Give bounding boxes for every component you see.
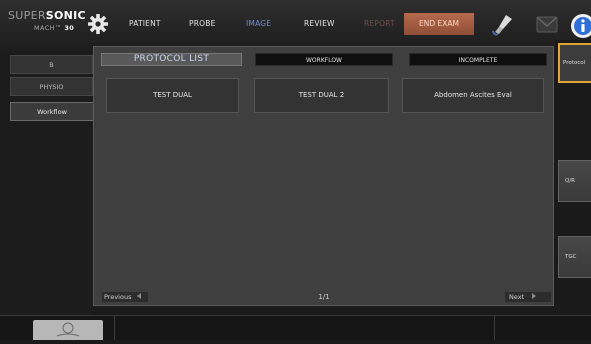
workflow-header[interactable]: WORKFLOW: [255, 53, 393, 66]
nav-report: REPORT: [364, 19, 395, 28]
info-icon[interactable]: [569, 12, 591, 40]
next-page-label: Next: [509, 293, 525, 301]
page-indicator: 1/1: [318, 293, 330, 301]
protocol-item[interactable]: TEST DUAL 2: [254, 78, 389, 113]
brand-model: MACH™ 30: [34, 24, 74, 32]
protocol-item[interactable]: TEST DUAL: [106, 78, 239, 113]
nav-image[interactable]: IMAGE: [246, 19, 271, 28]
left-tab-column: B PHYSIO Workflow: [0, 50, 93, 315]
bottom-divider: [494, 316, 495, 340]
brand-model-bold: 30: [64, 24, 75, 32]
brand-model-suffix: ™: [54, 24, 62, 32]
brand-wordmark-regular: SUPER: [8, 9, 46, 22]
protocol-list-title[interactable]: PROTOCOL LIST: [101, 53, 242, 66]
protocol-panel: PROTOCOL LIST WORKFLOW INCOMPLETE TEST D…: [93, 46, 554, 306]
gear-logo-icon: [88, 14, 108, 34]
end-exam-button[interactable]: END EXAM: [404, 13, 474, 35]
logo-badge-icon: [56, 322, 80, 337]
bottom-divider: [114, 316, 115, 340]
nav-probe[interactable]: PROBE: [189, 19, 216, 28]
protocol-button[interactable]: Protocol: [558, 43, 591, 83]
bottom-bar: [0, 315, 591, 340]
incomplete-header[interactable]: INCOMPLETE: [409, 53, 547, 66]
nav-patient[interactable]: PATIENT: [129, 19, 161, 28]
tab-physio[interactable]: PHYSIO: [10, 77, 93, 96]
supersonic-logo: SUPERSONIC MACH™ 30: [8, 9, 110, 41]
tgc-button[interactable]: TGC: [558, 236, 591, 278]
tab-workflow[interactable]: Workflow: [10, 102, 93, 121]
previous-page-button[interactable]: Previous: [102, 292, 148, 302]
tab-b-mode[interactable]: B: [10, 55, 93, 74]
protocol-item[interactable]: Abdomen Ascites Eval: [402, 78, 544, 113]
arrow-left-icon: [136, 293, 141, 299]
arrow-right-icon: [532, 293, 537, 299]
next-page-button[interactable]: Next: [505, 292, 551, 302]
qr-button[interactable]: Q/R: [558, 160, 591, 202]
bottom-logo-badge: [33, 320, 103, 340]
brand-model-regular: MACH: [34, 24, 55, 32]
brand-wordmark-bold: SONIC: [45, 9, 86, 22]
probe-icon[interactable]: [491, 13, 515, 37]
top-bar: SUPERSONIC MACH™ 30 PATIENT PROBE IMAGE …: [0, 0, 591, 51]
nav-review[interactable]: REVIEW: [304, 19, 335, 28]
right-button-column: Protocol Q/R TGC: [555, 40, 591, 315]
mail-icon[interactable]: [536, 16, 558, 33]
previous-page-label: Previous: [104, 293, 132, 301]
brand-wordmark: SUPERSONIC: [8, 9, 86, 22]
